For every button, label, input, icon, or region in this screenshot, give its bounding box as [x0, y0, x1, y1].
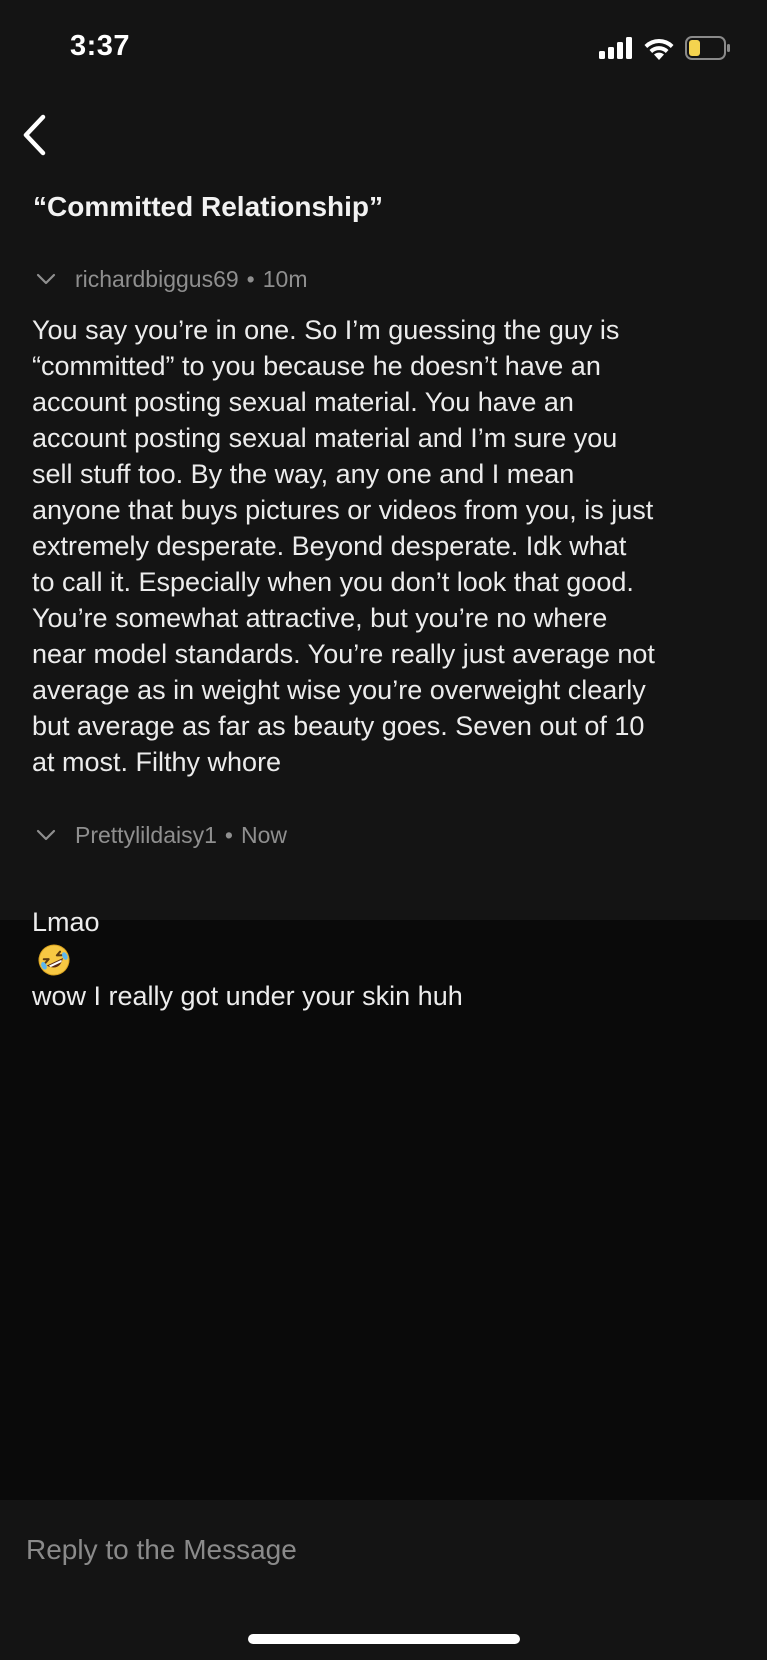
home-indicator	[248, 1634, 520, 1644]
comment-author[interactable]: richardbiggus69	[75, 266, 239, 293]
comment-header: richardbiggus69 • 10m	[33, 264, 307, 294]
status-time: 3:37	[70, 30, 131, 62]
rolling-on-floor-laughing-emoji	[38, 944, 70, 976]
back-button[interactable]	[14, 110, 54, 160]
battery-icon	[685, 36, 730, 60]
thread-title: “Committed Relationship”	[33, 191, 384, 222]
chevron-left-icon	[23, 114, 46, 156]
reply-input[interactable]	[26, 1530, 726, 1570]
meta-separator: •	[246, 265, 255, 292]
comment-text: wow I really got under your skin huh	[32, 980, 463, 1011]
status-icons	[599, 34, 731, 62]
chevron-down-icon	[36, 829, 56, 841]
comment-time: Now	[240, 821, 287, 848]
collapse-comment-button[interactable]	[33, 822, 59, 848]
status-bar: 3:37	[0, 0, 767, 100]
comment-body: Lmao wow I really got under your skin hu…	[32, 868, 752, 1014]
meta-separator: •	[224, 821, 233, 848]
chevron-down-icon	[36, 273, 56, 285]
comment-text: Lmao	[32, 907, 100, 937]
comment-time: 10m	[262, 265, 308, 292]
comment-author[interactable]: Prettylildaisy1	[75, 822, 217, 849]
comment-header: Prettylildaisy1 • Now	[33, 820, 287, 850]
wifi-icon	[644, 38, 674, 60]
comment-body: You say you’re in one. So I’m guessing t…	[32, 315, 655, 777]
signal-icon	[599, 37, 632, 59]
collapse-comment-button[interactable]	[33, 266, 59, 292]
